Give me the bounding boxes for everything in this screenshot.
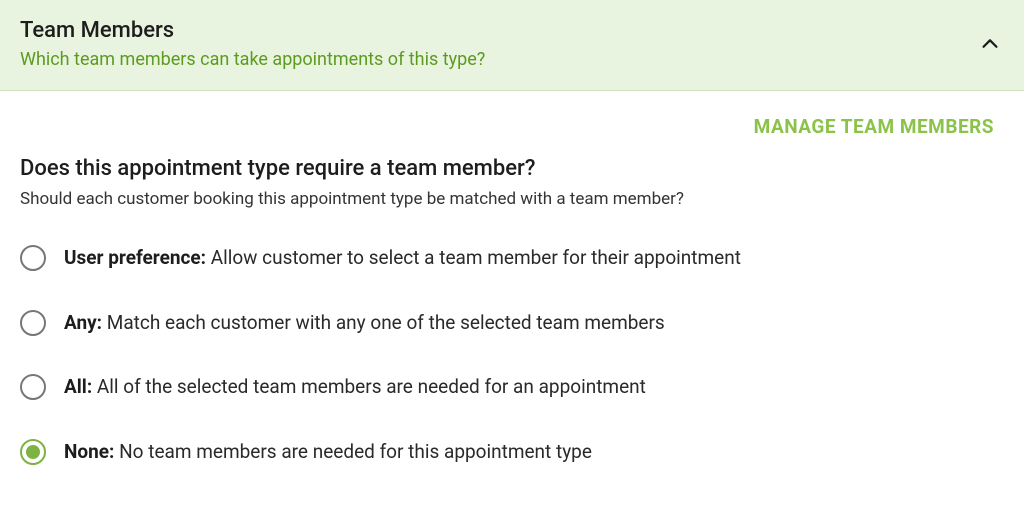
panel-title: Team Members (20, 18, 485, 43)
manage-team-members-link[interactable]: MANAGE TEAM MEMBERS (20, 115, 1004, 138)
radio-label-text: All of the selected team members are nee… (92, 375, 646, 398)
radio-icon (20, 439, 46, 465)
radio-icon (20, 374, 46, 400)
radio-option-any[interactable]: Any: Match each customer with any one of… (20, 310, 1004, 337)
radio-label: None: No team members are needed for thi… (64, 439, 592, 466)
radio-option-user-preference[interactable]: User preference: Allow customer to selec… (20, 245, 1004, 272)
radio-label: All: All of the selected team members ar… (64, 374, 646, 401)
radio-icon (20, 245, 46, 271)
panel-header[interactable]: Team Members Which team members can take… (0, 0, 1024, 91)
radio-label-bold: None: (64, 440, 114, 463)
radio-label-text: Match each customer with any one of the … (102, 311, 665, 334)
radio-option-none[interactable]: None: No team members are needed for thi… (20, 439, 1004, 466)
radio-icon (20, 310, 46, 336)
radio-label-text: Allow customer to select a team member f… (206, 246, 741, 269)
radio-label-bold: Any: (64, 311, 102, 334)
panel-subtitle: Which team members can take appointments… (20, 49, 485, 70)
chevron-up-icon[interactable] (976, 30, 1004, 58)
panel-body: MANAGE TEAM MEMBERS Does this appointmen… (0, 91, 1024, 495)
radio-option-all[interactable]: All: All of the selected team members ar… (20, 374, 1004, 401)
radio-label-bold: User preference: (64, 246, 206, 269)
radio-label-bold: All: (64, 375, 92, 398)
radio-label-text: No team members are needed for this appo… (114, 440, 592, 463)
radio-group: User preference: Allow customer to selec… (20, 245, 1004, 465)
radio-label: Any: Match each customer with any one of… (64, 310, 665, 337)
question-title: Does this appointment type require a tea… (20, 156, 1004, 181)
question-subtitle: Should each customer booking this appoin… (20, 189, 1004, 209)
radio-label: User preference: Allow customer to selec… (64, 245, 741, 272)
panel-header-text: Team Members Which team members can take… (20, 18, 485, 70)
